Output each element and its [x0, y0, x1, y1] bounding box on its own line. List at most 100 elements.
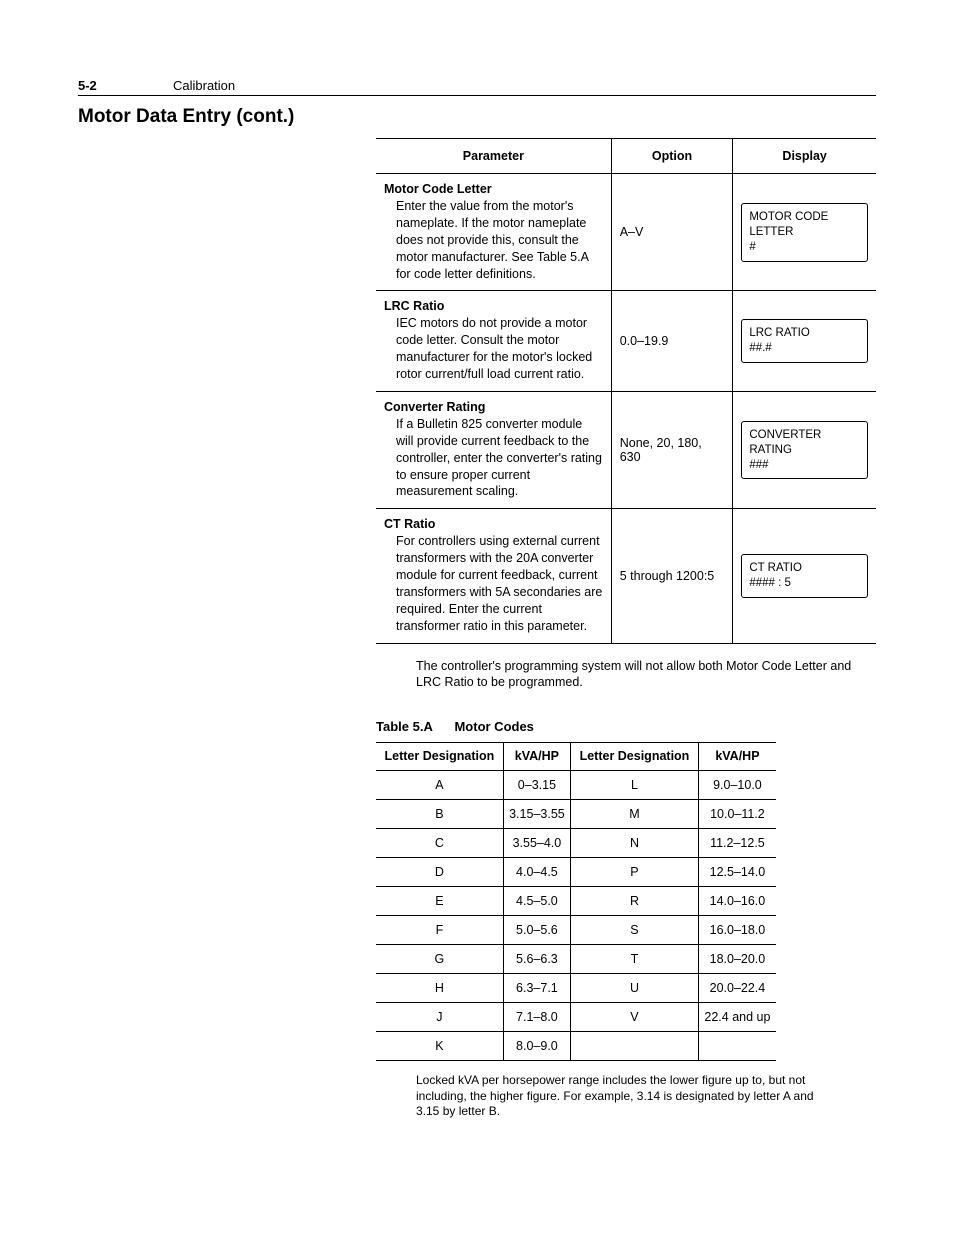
param-cell: Converter Rating If a Bulletin 825 conver… — [376, 391, 611, 508]
codes-cell: 12.5–14.0 — [698, 858, 776, 887]
display-cell: CONVERTER RATING### — [733, 391, 876, 508]
table-row: CT RatioFor controllers using external c… — [376, 509, 876, 643]
codes-cell: M — [571, 800, 699, 829]
codes-cell: K — [376, 1032, 503, 1061]
codes-caption-label: Table 5.A — [376, 719, 433, 734]
codes-cell: 7.1–8.0 — [503, 1003, 570, 1032]
display-cell: MOTOR CODE LETTER# — [733, 174, 876, 291]
option-cell: 5 through 1200:5 — [611, 509, 733, 643]
display-line1: MOTOR CODE LETTER — [749, 210, 860, 240]
codes-cell: J — [376, 1003, 503, 1032]
codes-cell — [698, 1032, 776, 1061]
running-header: 5-2 Calibration — [78, 78, 876, 96]
page-number: 5-2 — [78, 78, 173, 93]
param-desc: IEC motors do not provide a motor code l… — [384, 315, 603, 383]
codes-cell: 3.15–3.55 — [503, 800, 570, 829]
codes-cell — [571, 1032, 699, 1061]
note-kva-range: Locked kVA per horsepower range includes… — [416, 1073, 836, 1120]
param-cell: CT RatioFor controllers using external c… — [376, 509, 611, 643]
codes-cell: 14.0–16.0 — [698, 887, 776, 916]
codes-caption-title: Motor Codes — [454, 719, 533, 734]
codes-cell: 8.0–9.0 — [503, 1032, 570, 1061]
codes-cell: G — [376, 945, 503, 974]
display-cell: LRC RATIO##.# — [733, 291, 876, 392]
codes-cell: E — [376, 887, 503, 916]
codes-cell: N — [571, 829, 699, 858]
display-box: CT RATIO#### : 5 — [741, 554, 868, 598]
codes-cell: V — [571, 1003, 699, 1032]
motor-codes-table: Letter Designation kVA/HP Letter Designa… — [376, 742, 776, 1061]
codes-cell: 16.0–18.0 — [698, 916, 776, 945]
display-line2: # — [749, 240, 860, 255]
codes-cell: P — [571, 858, 699, 887]
col-parameter: Parameter — [376, 139, 611, 174]
table-row: E4.5–5.0R14.0–16.0 — [376, 887, 776, 916]
param-cell: LRC Ratio IEC motors do not provide a mot… — [376, 291, 611, 392]
param-desc: If a Bulletin 825 converter module will … — [384, 416, 603, 500]
display-box: MOTOR CODE LETTER# — [741, 203, 868, 262]
option-cell: 0.0–19.9 — [611, 291, 733, 392]
display-box: LRC RATIO##.# — [741, 319, 868, 363]
param-name: CT Ratio — [384, 517, 603, 531]
param-name: Motor Code Letter — [384, 182, 603, 196]
codes-col-letter-1: Letter Designation — [376, 743, 503, 771]
codes-cell: 22.4 and up — [698, 1003, 776, 1032]
codes-cell: 11.2–12.5 — [698, 829, 776, 858]
table-row: G5.6–6.3T18.0–20.0 — [376, 945, 776, 974]
table-row: D4.0–4.5P12.5–14.0 — [376, 858, 776, 887]
codes-col-kva-1: kVA/HP — [503, 743, 570, 771]
display-line2: ##.# — [749, 341, 860, 356]
display-line1: CT RATIO — [749, 561, 860, 576]
page: 5-2 Calibration Motor Data Entry (cont.)… — [0, 0, 954, 1160]
codes-cell: A — [376, 771, 503, 800]
codes-cell: U — [571, 974, 699, 1003]
header-section: Calibration — [173, 78, 235, 93]
table-row: K8.0–9.0 — [376, 1032, 776, 1061]
codes-cell: C — [376, 829, 503, 858]
col-display: Display — [733, 139, 876, 174]
param-name: LRC Ratio — [384, 299, 603, 313]
codes-cell: T — [571, 945, 699, 974]
codes-cell: 5.6–6.3 — [503, 945, 570, 974]
display-box: CONVERTER RATING### — [741, 421, 868, 480]
display-line2: #### : 5 — [749, 576, 860, 591]
codes-cell: D — [376, 858, 503, 887]
codes-cell: S — [571, 916, 699, 945]
param-name: Converter Rating — [384, 400, 603, 414]
display-line1: LRC RATIO — [749, 326, 860, 341]
codes-cell: R — [571, 887, 699, 916]
table-row: A0–3.15L9.0–10.0 — [376, 771, 776, 800]
param-cell: Motor Code Letter Enter the value from th… — [376, 174, 611, 291]
codes-cell: 18.0–20.0 — [698, 945, 776, 974]
param-desc: Enter the value from the motor's namepla… — [384, 198, 603, 282]
col-option: Option — [611, 139, 733, 174]
codes-cell: 4.0–4.5 — [503, 858, 570, 887]
display-cell: CT RATIO#### : 5 — [733, 509, 876, 643]
codes-cell: 5.0–5.6 — [503, 916, 570, 945]
table-row: B3.15–3.55M10.0–11.2 — [376, 800, 776, 829]
table-row: H6.3–7.1U20.0–22.4 — [376, 974, 776, 1003]
codes-cell: 4.5–5.0 — [503, 887, 570, 916]
codes-col-letter-2: Letter Designation — [571, 743, 699, 771]
codes-cell: 3.55–4.0 — [503, 829, 570, 858]
codes-caption: Table 5.A Motor Codes — [376, 719, 876, 734]
codes-cell: 6.3–7.1 — [503, 974, 570, 1003]
codes-col-kva-2: kVA/HP — [698, 743, 776, 771]
codes-cell: 9.0–10.0 — [698, 771, 776, 800]
option-cell: A–V — [611, 174, 733, 291]
table-row: F5.0–5.6S16.0–18.0 — [376, 916, 776, 945]
table-row: Motor Code Letter Enter the value from th… — [376, 174, 876, 291]
codes-cell: H — [376, 974, 503, 1003]
table-row: Converter Rating If a Bulletin 825 conver… — [376, 391, 876, 508]
section-title: Motor Data Entry (cont.) — [78, 106, 876, 128]
codes-cell: B — [376, 800, 503, 829]
codes-cell: 20.0–22.4 — [698, 974, 776, 1003]
codes-cell: L — [571, 771, 699, 800]
parameter-table: Parameter Option Display Motor Code Lett… — [376, 138, 876, 644]
codes-cell: 10.0–11.2 — [698, 800, 776, 829]
codes-cell: F — [376, 916, 503, 945]
option-cell: None, 20, 180, 630 — [611, 391, 733, 508]
content-area: Parameter Option Display Motor Code Lett… — [376, 138, 876, 1120]
note-exclusive: The controller's programming system will… — [416, 658, 876, 692]
table-row: LRC Ratio IEC motors do not provide a mot… — [376, 291, 876, 392]
